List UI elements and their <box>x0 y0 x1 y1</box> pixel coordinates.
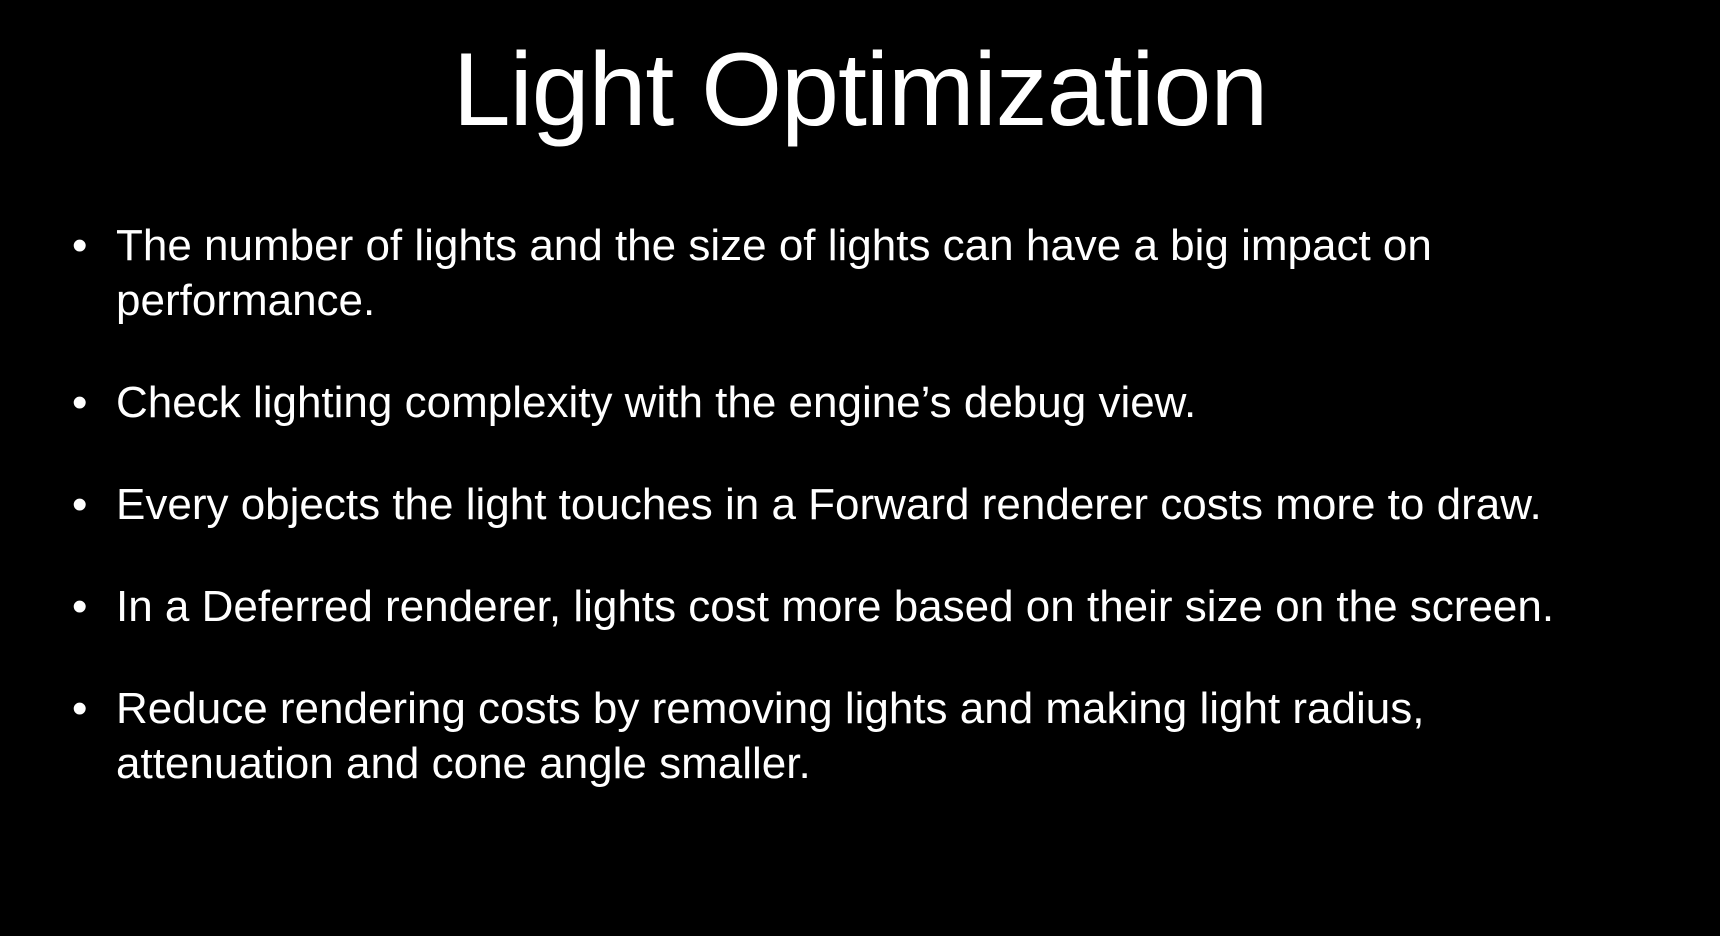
slide-title: Light Optimization <box>452 32 1268 148</box>
bullet-dot-icon: • <box>72 378 88 427</box>
bullet-text: Check lighting complexity with the engin… <box>116 378 1197 427</box>
bullet-dot-icon: • <box>72 582 88 631</box>
bullet-list: • The number of lights and the size of l… <box>72 218 1652 838</box>
bullet-dot-icon: • <box>72 684 88 733</box>
bullet-dot-icon: • <box>72 480 88 529</box>
bullet-item: • The number of lights and the size of l… <box>72 218 1652 328</box>
bullet-text: The number of lights and the size of lig… <box>116 221 1432 325</box>
slide: Light Optimization • The number of light… <box>0 0 1720 936</box>
bullet-text: Reduce rendering costs by removing light… <box>116 684 1425 788</box>
bullet-item: • Reduce rendering costs by removing lig… <box>72 681 1652 791</box>
bullet-item: • Check lighting complexity with the eng… <box>72 375 1652 430</box>
bullet-item: • In a Deferred renderer, lights cost mo… <box>72 579 1652 634</box>
bullet-item: • Every objects the light touches in a F… <box>72 477 1652 532</box>
bullet-text: Every objects the light touches in a For… <box>116 480 1542 529</box>
bullet-text: In a Deferred renderer, lights cost more… <box>116 582 1555 631</box>
bullet-dot-icon: • <box>72 221 88 270</box>
